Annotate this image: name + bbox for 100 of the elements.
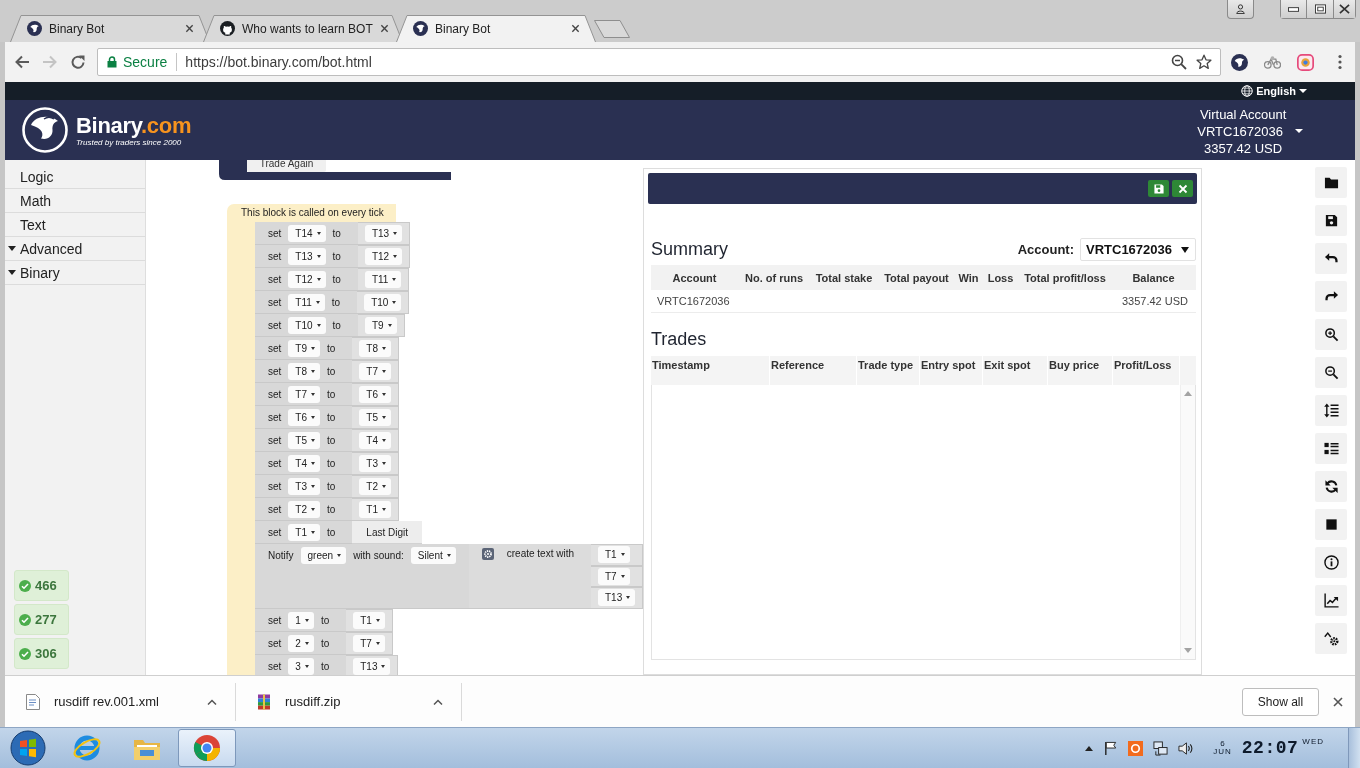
variable-dropdown[interactable]: T2 xyxy=(359,478,392,495)
variable-dropdown[interactable]: T13 xyxy=(364,225,403,242)
variable-dropdown[interactable]: T3 xyxy=(288,477,320,495)
variable-dropdown[interactable]: T1 xyxy=(598,546,630,564)
variable-dropdown[interactable]: T12 xyxy=(364,248,403,265)
toolbox-category[interactable]: Text xyxy=(5,213,145,237)
notify-type-dropdown[interactable]: green xyxy=(300,547,347,564)
ring-tile-icon[interactable] xyxy=(1128,740,1144,756)
keyword-label: to xyxy=(332,319,341,331)
variable-dropdown[interactable]: T9 xyxy=(364,317,397,334)
variable-dropdown[interactable]: T7 xyxy=(359,363,392,380)
address-bar[interactable]: Secure https://bot.binary.com/bot.html xyxy=(97,48,1221,76)
zoom-out-icon[interactable] xyxy=(1171,54,1187,70)
spacing-button[interactable] xyxy=(1315,395,1347,426)
browser-tab[interactable]: Who wants to learn BOT xyxy=(203,15,403,42)
close-icon[interactable] xyxy=(379,24,389,33)
reset-button[interactable] xyxy=(1315,471,1347,502)
column-header: Balance xyxy=(1111,265,1196,290)
taskbar-button[interactable] xyxy=(178,729,236,767)
variable-dropdown[interactable]: T6 xyxy=(359,386,392,403)
network-monitor-icon[interactable] xyxy=(1153,740,1169,756)
toolbox-category[interactable]: Math xyxy=(5,189,145,213)
toolbox-category[interactable]: Binary xyxy=(5,261,145,285)
variable-dropdown[interactable]: 1 xyxy=(288,611,314,629)
keyword-label: set xyxy=(268,660,282,672)
rounded-square-icon[interactable] xyxy=(1297,53,1314,71)
variable-dropdown[interactable]: T4 xyxy=(288,454,320,472)
bull-logo-icon xyxy=(27,21,42,36)
variable-dropdown[interactable]: T7 xyxy=(598,567,630,585)
save-button[interactable] xyxy=(1315,205,1347,236)
close-button[interactable] xyxy=(1172,180,1193,197)
variable-dropdown[interactable]: T14 xyxy=(288,224,326,242)
info-button[interactable] xyxy=(1315,547,1347,578)
account-dropdown[interactable]: VRTC1672036 xyxy=(1183,122,1303,140)
variable-dropdown[interactable]: T10 xyxy=(288,316,326,334)
bull-logo-icon[interactable] xyxy=(1231,53,1248,71)
variable-dropdown[interactable]: T9 xyxy=(288,339,320,357)
triangle-up-icon[interactable] xyxy=(1085,745,1094,751)
bicycle-icon[interactable] xyxy=(1264,53,1281,71)
close-icon[interactable] xyxy=(571,24,580,33)
variable-dropdown[interactable]: 2 xyxy=(288,634,314,652)
undo-button[interactable] xyxy=(1315,243,1347,274)
redo-button[interactable] xyxy=(1315,281,1347,312)
restore-button[interactable] xyxy=(1307,0,1334,19)
close-window-button[interactable] xyxy=(1334,0,1356,19)
variable-dropdown[interactable]: T13 xyxy=(353,658,391,675)
variable-dropdown[interactable]: T6 xyxy=(288,408,320,426)
caret-icon xyxy=(620,553,625,557)
open-button[interactable] xyxy=(1315,167,1347,198)
variable-dropdown[interactable]: T11 xyxy=(364,271,402,288)
variable-dropdown[interactable]: T7 xyxy=(288,385,320,403)
close-icon[interactable] xyxy=(185,24,194,33)
variable-dropdown[interactable]: T12 xyxy=(288,270,326,288)
zoom-in-button[interactable] xyxy=(1315,319,1347,350)
variable-dropdown[interactable]: T3 xyxy=(359,455,392,472)
minimize-button[interactable] xyxy=(1280,0,1307,19)
variable-dropdown[interactable]: T7 xyxy=(353,635,385,652)
integrations-button[interactable] xyxy=(1315,623,1347,654)
variable-dropdown[interactable]: 3 xyxy=(288,657,314,675)
variable-dropdown[interactable]: T13 xyxy=(288,247,326,265)
chart-button[interactable] xyxy=(1315,585,1347,616)
download-item[interactable]: rusdiff rev.001.xml xyxy=(5,682,236,721)
block-button[interactable]: Trade Again xyxy=(247,160,326,172)
variable-dropdown[interactable]: T1 xyxy=(353,612,385,629)
variable-dropdown[interactable]: T4 xyxy=(359,432,392,449)
column-header: Profit/Loss xyxy=(1113,356,1180,385)
gear-icon[interactable] xyxy=(481,548,494,560)
list-button[interactable] xyxy=(1315,433,1347,464)
variable-dropdown[interactable]: T1 xyxy=(359,501,392,518)
variable-dropdown[interactable]: T13 xyxy=(598,589,636,607)
sound-dropdown[interactable]: Silent xyxy=(410,547,456,564)
bull-logo-icon[interactable] xyxy=(22,107,68,153)
column-header: Reference xyxy=(770,356,857,385)
account-select[interactable]: VRTC1672036 xyxy=(1080,238,1196,261)
sound-label: with sound: xyxy=(353,549,404,563)
download-item[interactable]: rusdiff.zip xyxy=(236,682,462,721)
speaker-icon[interactable] xyxy=(1178,740,1194,756)
keyword-label: set xyxy=(268,273,282,285)
toolbox-category[interactable]: Advanced xyxy=(5,237,145,261)
toolbox-category[interactable]: Logic xyxy=(5,165,145,189)
browser-tab[interactable]: Binary Bot xyxy=(396,15,596,42)
variable-dropdown[interactable]: T2 xyxy=(288,500,320,518)
variable-dropdown[interactable]: T11 xyxy=(288,293,325,311)
star-icon[interactable] xyxy=(1196,54,1212,70)
language-selector[interactable]: English xyxy=(1241,85,1307,97)
variable-dropdown[interactable]: T8 xyxy=(359,340,392,357)
flag-icon[interactable] xyxy=(1103,740,1119,756)
browser-tab[interactable]: Binary Bot xyxy=(10,15,210,42)
variable-dropdown[interactable]: T1 xyxy=(288,523,320,541)
show-all-button[interactable]: Show all xyxy=(1242,687,1319,716)
variable-dropdown[interactable]: T5 xyxy=(288,431,320,449)
variable-dropdown[interactable]: T5 xyxy=(359,409,392,426)
variable-dropdown[interactable]: T8 xyxy=(288,362,320,380)
menu-icon[interactable] xyxy=(1338,54,1342,70)
stop-button[interactable] xyxy=(1315,509,1347,540)
variable-dropdown[interactable]: T10 xyxy=(364,294,402,311)
close-icon[interactable] xyxy=(1333,696,1343,707)
column-header: Account xyxy=(651,265,738,290)
profile-button[interactable] xyxy=(1227,0,1254,19)
zoom-out-button[interactable] xyxy=(1315,357,1347,388)
